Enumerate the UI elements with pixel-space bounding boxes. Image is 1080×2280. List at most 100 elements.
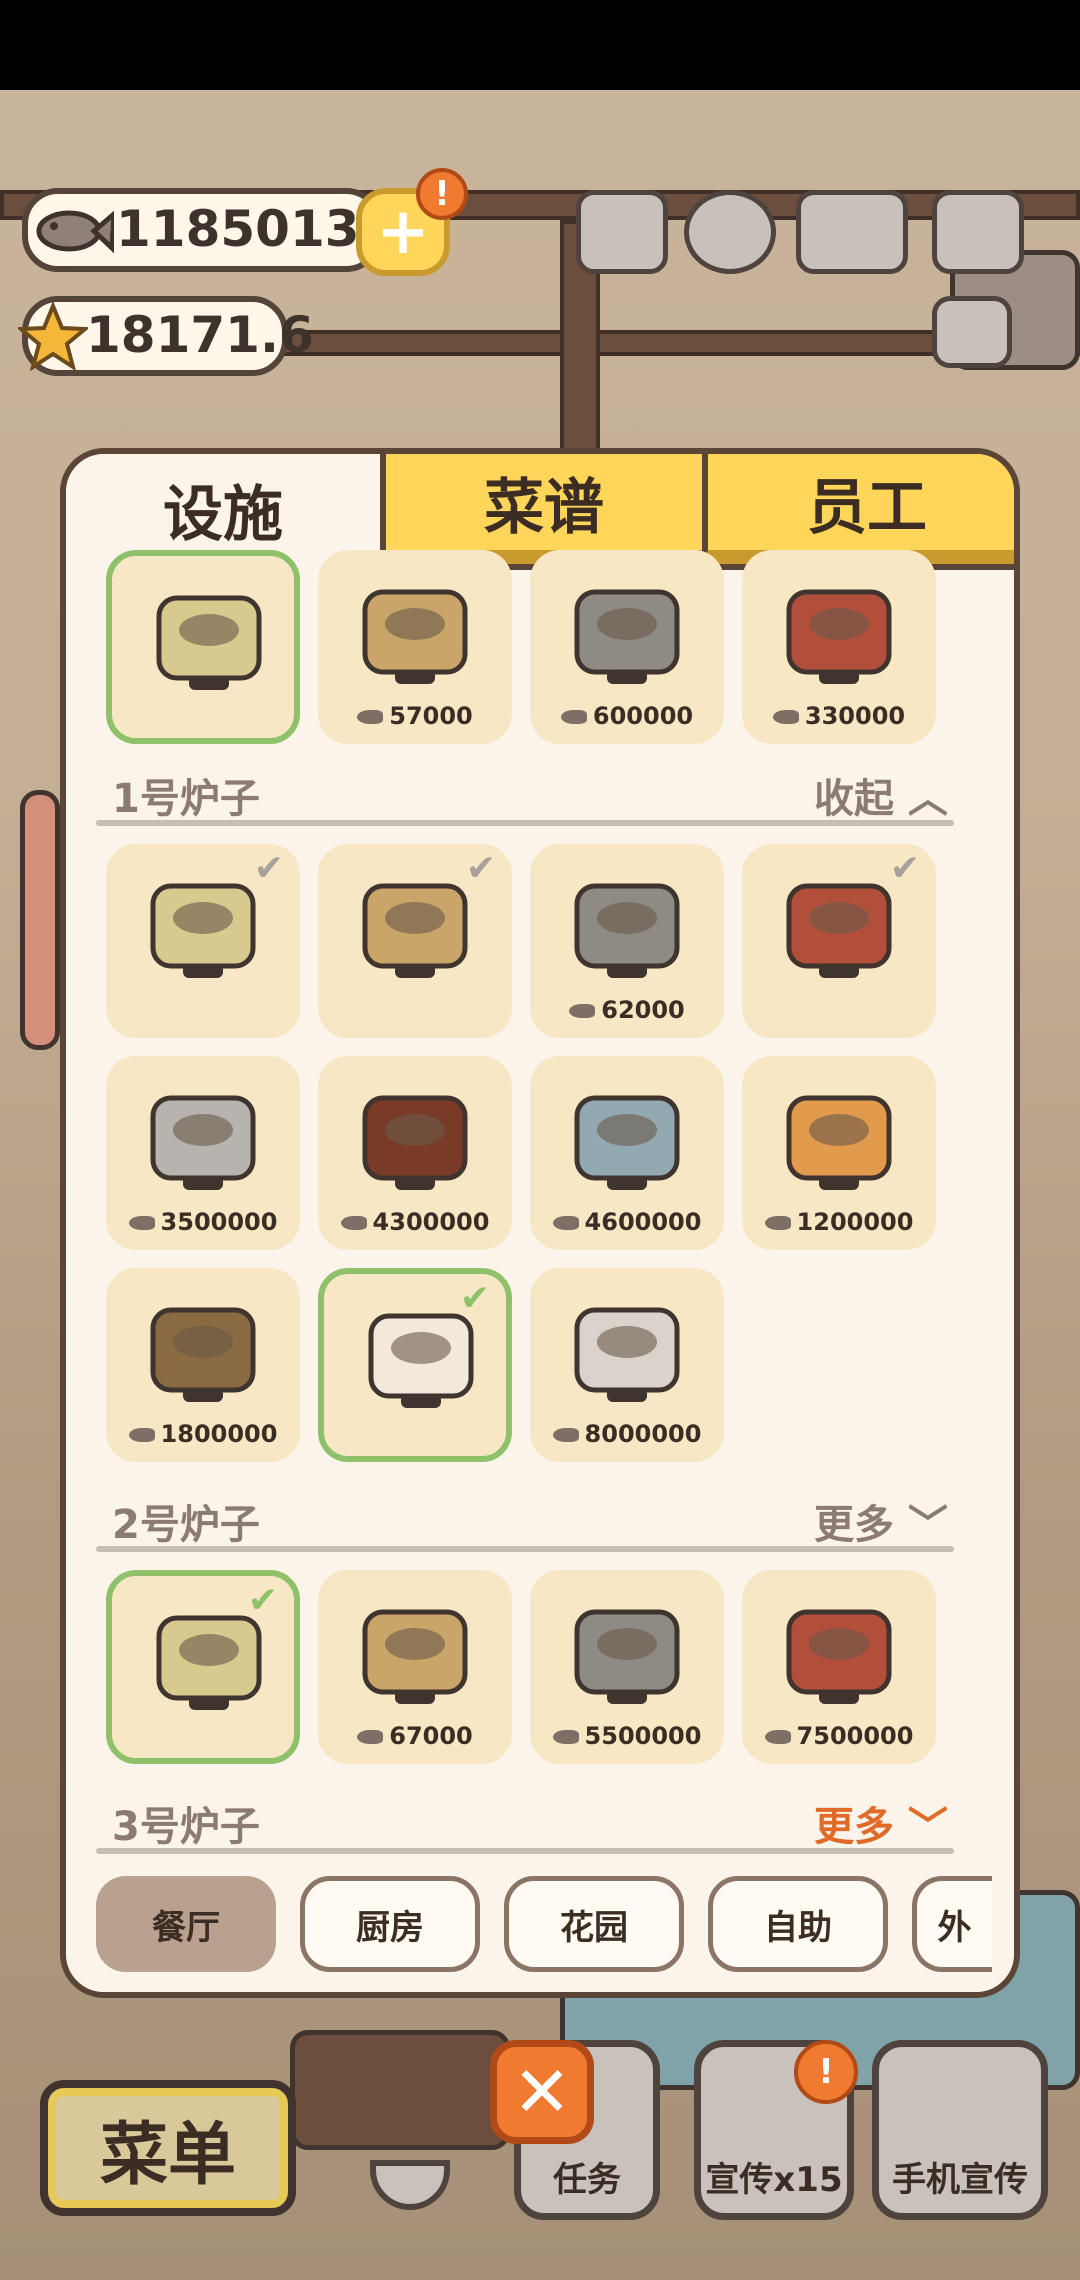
stove-icon bbox=[156, 1615, 262, 1710]
fish-icon bbox=[357, 710, 384, 724]
stove-icon bbox=[574, 589, 680, 684]
stove1-item-2[interactable]: ✔ bbox=[318, 844, 512, 1038]
owned-check-icon: ✔ bbox=[459, 1278, 490, 1319]
item-price: 330000 bbox=[742, 702, 936, 730]
item-price: 1200000 bbox=[742, 1208, 936, 1236]
fish-icon bbox=[128, 1428, 155, 1442]
owned-check-icon: ✔ bbox=[889, 848, 920, 889]
stove-icon bbox=[786, 1095, 892, 1190]
settings-gear-icon[interactable] bbox=[684, 190, 776, 274]
fish-currency-pill: 11850132 bbox=[22, 188, 394, 272]
item-price: 4300000 bbox=[318, 1208, 512, 1236]
item-price: 3500000 bbox=[106, 1208, 300, 1236]
fish-icon bbox=[552, 1428, 579, 1442]
expand-stove3-button[interactable]: 更多 ﹀ bbox=[814, 1794, 948, 1852]
section-title-stove3: 3号炉子 bbox=[112, 1804, 260, 1850]
status-bar bbox=[0, 0, 1080, 90]
camera-icon[interactable] bbox=[932, 190, 1024, 274]
item-price: 8000000 bbox=[530, 1420, 724, 1448]
section-divider bbox=[96, 820, 954, 826]
news-icon[interactable] bbox=[932, 296, 1012, 368]
stove1-item-1[interactable]: ✔ bbox=[106, 844, 300, 1038]
category-outdoor[interactable]: 外 bbox=[912, 1876, 992, 1972]
section-title-stove1: 1号炉子 bbox=[112, 776, 260, 822]
phone-promo-button[interactable]: 手机宣传 bbox=[872, 2040, 1048, 2220]
decor-item-4[interactable]: 330000 bbox=[742, 550, 936, 744]
tab-facilities[interactable]: 设施 bbox=[66, 454, 380, 564]
fish-icon bbox=[357, 1730, 384, 1744]
close-button[interactable]: ✕ bbox=[490, 2040, 594, 2144]
item-price: 1800000 bbox=[106, 1420, 300, 1448]
stove2-item-4[interactable]: 7500000 bbox=[742, 1570, 936, 1764]
star-currency-pill: 18171.6 bbox=[18, 296, 314, 376]
category-garden[interactable]: 花园 bbox=[504, 1876, 684, 1972]
category-kitchen[interactable]: 厨房 bbox=[300, 1876, 480, 1972]
stove-icon bbox=[362, 1095, 468, 1190]
close-icon: ✕ bbox=[512, 2051, 572, 2133]
section-divider bbox=[96, 1546, 954, 1552]
item-price: 62000 bbox=[530, 996, 724, 1024]
facility-panel: 设施 菜谱 员工 1号炉子 收起 ︿ 2号炉子 更多 ﹀ 3号炉子 更多 ﹀ 5… bbox=[60, 448, 1020, 1998]
owned-check-icon: ✔ bbox=[465, 848, 496, 889]
collapse-stove1-button[interactable]: 收起 ︿ bbox=[814, 766, 948, 824]
category-restaurant[interactable]: 餐厅 bbox=[96, 1876, 276, 1972]
stove1-item-5[interactable]: 3500000 bbox=[106, 1056, 300, 1250]
stove-icon bbox=[786, 883, 892, 978]
stove1-item-8[interactable]: 1200000 bbox=[742, 1056, 936, 1250]
stove1-item-9[interactable]: 1800000 bbox=[106, 1268, 300, 1462]
fish-icon bbox=[36, 210, 114, 254]
fish-icon bbox=[772, 710, 799, 724]
stove1-item-7[interactable]: 4600000 bbox=[530, 1056, 724, 1250]
stove-icon bbox=[574, 1095, 680, 1190]
stove1-item-11[interactable]: 8000000 bbox=[530, 1268, 724, 1462]
stove1-item-4[interactable]: ✔ bbox=[742, 844, 936, 1038]
expand-stove2-button[interactable]: 更多 ﹀ bbox=[814, 1492, 948, 1550]
stove1-item-10[interactable]: ✔ bbox=[318, 1268, 512, 1462]
stove2-item-3[interactable]: 5500000 bbox=[530, 1570, 724, 1764]
fish-icon bbox=[552, 1730, 579, 1744]
add-currency-alert-badge: ! bbox=[416, 168, 468, 220]
stove-icon bbox=[362, 1609, 468, 1704]
fish-icon bbox=[560, 710, 587, 724]
menu-button[interactable]: 菜单 bbox=[40, 2080, 296, 2216]
leaderboard-icon[interactable] bbox=[576, 190, 668, 274]
owned-check-icon: ✔ bbox=[247, 1580, 278, 1621]
decor-item-2[interactable]: 57000 bbox=[318, 550, 512, 744]
fish-count: 11850132 bbox=[116, 200, 395, 258]
tab-staff[interactable]: 员工 bbox=[702, 454, 1014, 564]
recipe-book-icon[interactable] bbox=[796, 190, 908, 274]
item-price: 67000 bbox=[318, 1722, 512, 1750]
stove-icon bbox=[574, 1609, 680, 1704]
item-price: 5500000 bbox=[530, 1722, 724, 1750]
fish-icon bbox=[764, 1730, 791, 1744]
stove1-item-6[interactable]: 4300000 bbox=[318, 1056, 512, 1250]
fish-icon bbox=[128, 1216, 155, 1230]
fish-icon bbox=[569, 1004, 596, 1018]
stove2-item-2[interactable]: 67000 bbox=[318, 1570, 512, 1764]
owned-check-icon: ✔ bbox=[253, 848, 284, 889]
stove-icon bbox=[362, 883, 468, 978]
star-icon bbox=[18, 302, 88, 372]
category-buffet[interactable]: 自助 bbox=[708, 1876, 888, 1972]
fish-icon bbox=[764, 1216, 791, 1230]
item-price: 4600000 bbox=[530, 1208, 724, 1236]
stove-icon bbox=[786, 1609, 892, 1704]
stove2-item-1[interactable]: ✔ bbox=[106, 1570, 300, 1764]
stove-icon bbox=[362, 589, 468, 684]
decor-item-3[interactable]: 600000 bbox=[530, 550, 724, 744]
decor-item-1[interactable] bbox=[106, 550, 300, 744]
stove-icon bbox=[786, 589, 892, 684]
item-price: 7500000 bbox=[742, 1722, 936, 1750]
stove-icon bbox=[574, 883, 680, 978]
stove-icon bbox=[150, 883, 256, 978]
stove1-item-3[interactable]: 62000 bbox=[530, 844, 724, 1038]
item-price: 600000 bbox=[530, 702, 724, 730]
star-count: 18171.6 bbox=[86, 306, 314, 364]
promo-alert-badge: ! bbox=[794, 2040, 858, 2104]
stove-icon bbox=[574, 1307, 680, 1402]
tab-recipes[interactable]: 菜谱 bbox=[380, 454, 702, 564]
side-decoration bbox=[20, 790, 60, 1050]
section-divider bbox=[96, 1848, 954, 1854]
sofa-decoration bbox=[290, 2030, 510, 2150]
fish-icon bbox=[340, 1216, 367, 1230]
